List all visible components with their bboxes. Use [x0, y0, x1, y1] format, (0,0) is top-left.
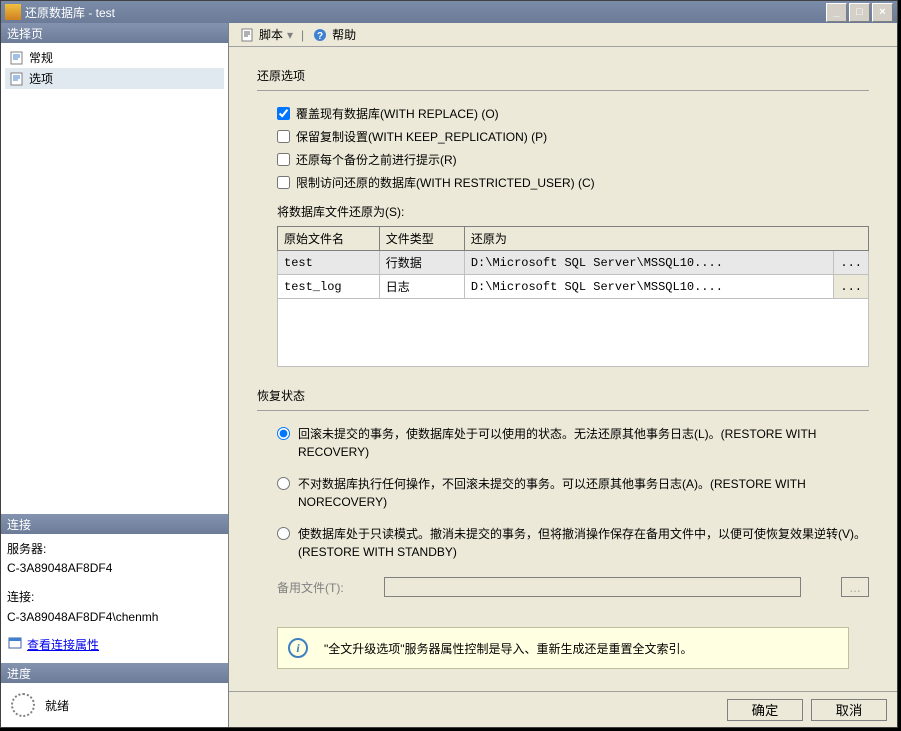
- progress-header: 进度: [1, 663, 228, 683]
- minimize-button[interactable]: _: [826, 3, 847, 22]
- info-icon: i: [288, 638, 308, 658]
- keep-replication-checkbox[interactable]: [277, 130, 290, 143]
- close-button[interactable]: ×: [872, 3, 893, 22]
- content-body: 还原选项 覆盖现有数据库(WITH REPLACE) (O) 保留复制设置(WI…: [229, 47, 897, 691]
- help-icon: ?: [312, 27, 328, 43]
- script-label: 脚本: [259, 26, 283, 43]
- view-props-text: 查看连接属性: [27, 636, 99, 655]
- dropdown-icon: ▾: [287, 28, 293, 42]
- cell-type: 日志: [379, 275, 464, 299]
- cell-type: 行数据: [379, 251, 464, 275]
- keep-replication-label: 保留复制设置(WITH KEEP_REPLICATION) (P): [296, 128, 547, 145]
- window-controls: _ □ ×: [826, 3, 893, 22]
- prompt-label: 还原每个备份之前进行提示(R): [296, 151, 457, 168]
- window-title: 还原数据库 - test: [25, 4, 826, 21]
- overwrite-checkbox-row: 覆盖现有数据库(WITH REPLACE) (O): [277, 105, 869, 122]
- col-type[interactable]: 文件类型: [379, 227, 464, 251]
- maximize-button[interactable]: □: [849, 3, 870, 22]
- table-row[interactable]: test 行数据 D:\Microsoft SQL Server\MSSQL10…: [278, 251, 869, 275]
- app-icon: [5, 4, 21, 20]
- backup-file-input: [384, 577, 801, 597]
- help-button[interactable]: ? 帮助: [308, 24, 360, 45]
- info-box: i "全文升级选项"服务器属性控制是导入、重新生成还是重置全文索引。: [277, 627, 849, 669]
- toolbar: 脚本 ▾ | ? 帮助: [229, 23, 897, 47]
- restore-database-window: 还原数据库 - test _ □ × 选择页 常规 选项: [0, 0, 898, 728]
- prompt-checkbox[interactable]: [277, 153, 290, 166]
- standby-radio-row: 使数据库处于只读模式。撤消未提交的事务，但将撤消操作保存在备用文件中，以便可使恢…: [277, 525, 869, 561]
- table-row[interactable]: test_log 日志 D:\Microsoft SQL Server\MSSQ…: [278, 275, 869, 299]
- progress-section: 进度 就绪: [1, 663, 228, 727]
- restore-files-table: 原始文件名 文件类型 还原为 test 行数据 D:\Microsoft SQL…: [277, 226, 869, 367]
- overwrite-checkbox[interactable]: [277, 107, 290, 120]
- table-empty-area: [278, 299, 869, 367]
- keep-replication-row: 保留复制设置(WITH KEEP_REPLICATION) (P): [277, 128, 869, 145]
- norecovery-radio[interactable]: [277, 477, 290, 490]
- cell-name: test_log: [278, 275, 380, 299]
- sidebar: 选择页 常规 选项 连接 服务器:: [1, 23, 229, 727]
- view-connection-props-link[interactable]: 查看连接属性: [7, 635, 222, 657]
- connection-body: 服务器: C-3A89048AF8DF4 连接: C-3A89048AF8DF4…: [1, 534, 228, 663]
- norecovery-radio-row: 不对数据库执行任何操作，不回滚未提交的事务。可以还原其他事务日志(A)。(RES…: [277, 475, 869, 511]
- restore-files-label: 将数据库文件还原为(S):: [277, 203, 869, 220]
- restricted-checkbox[interactable]: [277, 176, 290, 189]
- cell-path: D:\Microsoft SQL Server\MSSQL10....: [464, 275, 834, 299]
- progress-body: 就绪: [1, 683, 228, 727]
- restricted-label: 限制访问还原的数据库(WITH RESTRICTED_USER) (C): [296, 174, 595, 191]
- spinner-icon: [11, 693, 35, 717]
- svg-text:?: ?: [317, 31, 323, 42]
- sidebar-item-label: 选项: [29, 70, 53, 87]
- backup-file-row: 备用文件(T): ...: [277, 577, 869, 597]
- sidebar-item-general[interactable]: 常规: [5, 47, 224, 68]
- browse-button[interactable]: ...: [834, 275, 869, 299]
- backup-browse-button: ...: [841, 577, 869, 597]
- server-value: C-3A89048AF8DF4: [7, 559, 222, 578]
- recovery-label: 回滚未提交的事务，使数据库处于可以使用的状态。无法还原其他事务日志(L)。(RE…: [298, 425, 869, 461]
- recovery-state-title: 恢复状态: [257, 387, 869, 404]
- col-original[interactable]: 原始文件名: [278, 227, 380, 251]
- overwrite-label: 覆盖现有数据库(WITH REPLACE) (O): [296, 105, 499, 122]
- recovery-radio-row: 回滚未提交的事务，使数据库处于可以使用的状态。无法还原其他事务日志(L)。(RE…: [277, 425, 869, 461]
- col-restore-as[interactable]: 还原为: [464, 227, 868, 251]
- standby-radio[interactable]: [277, 527, 290, 540]
- script-button[interactable]: 脚本 ▾: [235, 24, 297, 45]
- conn-value: C-3A89048AF8DF4\chenmh: [7, 608, 222, 627]
- restore-options-title: 还原选项: [257, 67, 869, 84]
- browse-button[interactable]: ...: [834, 251, 869, 275]
- section-divider: [257, 90, 869, 91]
- progress-text: 就绪: [45, 697, 69, 714]
- standby-label: 使数据库处于只读模式。撤消未提交的事务，但将撤消操作保存在备用文件中，以便可使恢…: [298, 525, 869, 561]
- section-divider: [257, 410, 869, 411]
- sidebar-items: 常规 选项: [1, 43, 228, 93]
- help-label: 帮助: [332, 26, 356, 43]
- connection-section: 连接 服务器: C-3A89048AF8DF4 连接: C-3A89048AF8…: [1, 514, 228, 727]
- backup-file-label: 备用文件(T):: [277, 579, 344, 596]
- cancel-button[interactable]: 取消: [811, 699, 887, 721]
- page-icon: [9, 51, 25, 65]
- select-page-header: 选择页: [1, 23, 228, 43]
- separator: |: [301, 28, 304, 42]
- cell-path: D:\Microsoft SQL Server\MSSQL10....: [464, 251, 834, 275]
- script-icon: [239, 27, 255, 43]
- cell-name: test: [278, 251, 380, 275]
- conn-label: 连接:: [7, 588, 222, 607]
- sidebar-item-options[interactable]: 选项: [5, 68, 224, 89]
- recovery-radio[interactable]: [277, 427, 290, 440]
- dialog-footer: 确定 取消: [229, 691, 897, 727]
- restricted-row: 限制访问还原的数据库(WITH RESTRICTED_USER) (C): [277, 174, 869, 191]
- properties-icon: [7, 635, 23, 657]
- connection-header: 连接: [1, 514, 228, 534]
- prompt-row: 还原每个备份之前进行提示(R): [277, 151, 869, 168]
- content-area: 脚本 ▾ | ? 帮助 还原选项 覆盖现有数据库(WITH REPLACE) (…: [229, 23, 897, 727]
- sidebar-item-label: 常规: [29, 49, 53, 66]
- page-icon: [9, 72, 25, 86]
- info-text: "全文升级选项"服务器属性控制是导入、重新生成还是重置全文索引。: [324, 640, 693, 657]
- server-label: 服务器:: [7, 540, 222, 559]
- titlebar: 还原数据库 - test _ □ ×: [1, 1, 897, 23]
- norecovery-label: 不对数据库执行任何操作，不回滚未提交的事务。可以还原其他事务日志(A)。(RES…: [298, 475, 869, 511]
- ok-button[interactable]: 确定: [727, 699, 803, 721]
- main-layout: 选择页 常规 选项 连接 服务器:: [1, 23, 897, 727]
